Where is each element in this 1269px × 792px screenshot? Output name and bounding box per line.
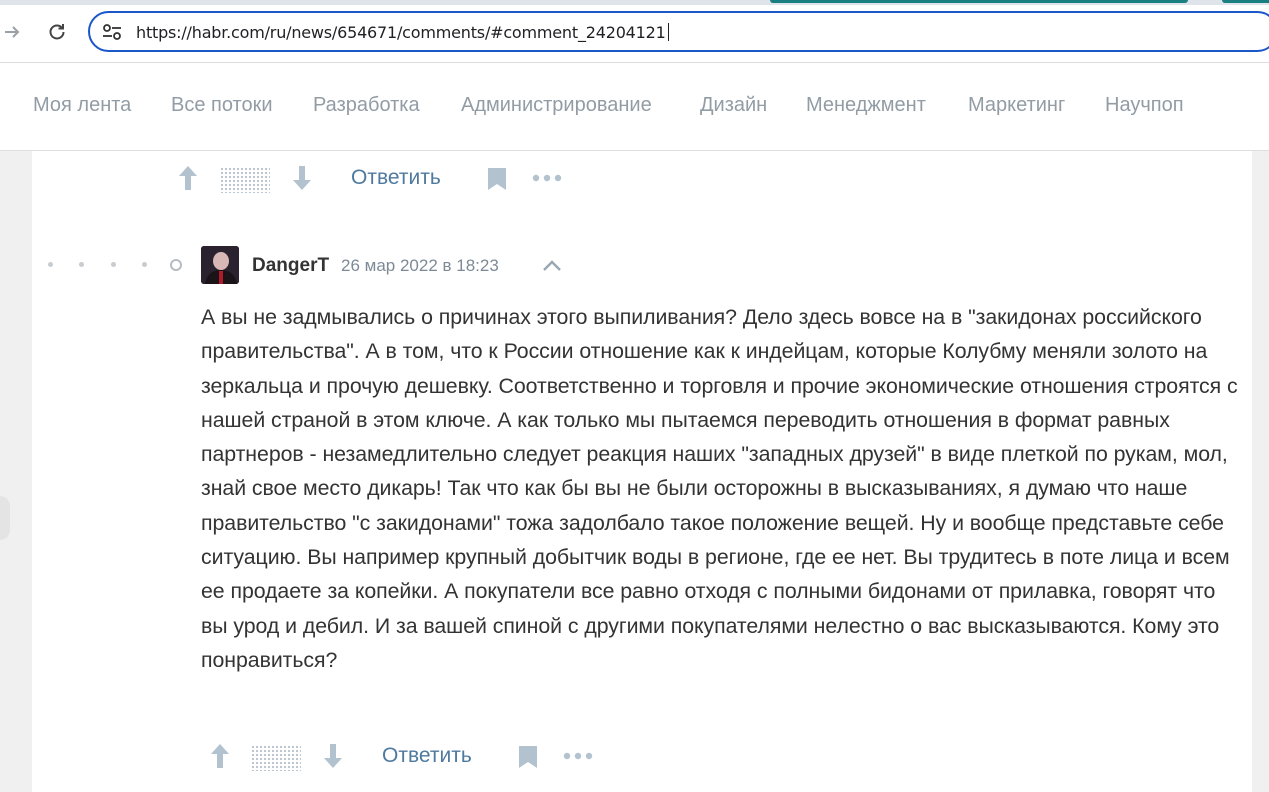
nav-item-my-feed[interactable]: Моя лента: [33, 94, 131, 117]
nav-item-marketing[interactable]: Маркетинг: [968, 94, 1065, 117]
tune-icon[interactable]: [102, 23, 122, 41]
thread-dot: [111, 262, 116, 267]
comment-author[interactable]: DangerT: [252, 255, 329, 277]
score-hidden: [251, 745, 301, 771]
reload-icon[interactable]: [43, 18, 71, 46]
active-tab-indicator[interactable]: [770, 0, 1188, 3]
thread-dot: [79, 262, 84, 267]
thread-dot-current[interactable]: [170, 259, 182, 271]
forward-arrow-icon[interactable]: [0, 18, 26, 46]
comment-body: А вы не задмывались о причинах этого вып…: [201, 300, 1241, 677]
comment-actions: Ответить: [0, 736, 700, 776]
thread-depth-indicator: [48, 259, 188, 273]
comment-date[interactable]: 26 мар 2022 в 18:23: [341, 256, 499, 276]
tab-indicator[interactable]: [1222, 0, 1269, 3]
nav-item-design[interactable]: Дизайн: [700, 94, 767, 117]
score-hidden: [220, 167, 270, 193]
nav-item-popsci[interactable]: Научпоп: [1105, 94, 1184, 117]
url-text[interactable]: https://habr.com/ru/news/654671/comments…: [136, 23, 669, 42]
address-bar[interactable]: https://habr.com/ru/news/654671/comments…: [88, 11, 1269, 52]
thread-dot: [48, 262, 53, 267]
vote-down-icon[interactable]: [321, 742, 345, 770]
tab-strip: [0, 0, 1269, 5]
nav-item-development[interactable]: Разработка: [313, 94, 420, 117]
site-nav: Моя лента Все потоки Разработка Админист…: [0, 63, 1269, 151]
thread-dot: [142, 262, 147, 267]
vote-up-icon[interactable]: [176, 164, 200, 192]
avatar[interactable]: [201, 246, 239, 284]
text-caret: [667, 23, 669, 41]
bookmark-icon[interactable]: [487, 167, 507, 191]
browser-toolbar: https://habr.com/ru/news/654671/comments…: [0, 0, 1269, 63]
prev-comment-actions: Ответить: [0, 158, 700, 198]
nav-item-administration[interactable]: Администрирование: [461, 94, 652, 117]
reply-link[interactable]: Ответить: [382, 744, 472, 768]
more-icon[interactable]: [532, 168, 564, 188]
bookmark-icon[interactable]: [518, 745, 538, 769]
nav-item-management[interactable]: Менеджмент: [806, 94, 926, 117]
scroll-handle[interactable]: [0, 496, 10, 540]
reply-link[interactable]: Ответить: [351, 166, 441, 190]
comment-text: А вы не задмывались о причинах этого вып…: [201, 305, 1238, 672]
vote-up-icon[interactable]: [208, 742, 232, 770]
more-icon[interactable]: [563, 746, 595, 766]
nav-item-all-streams[interactable]: Все потоки: [171, 94, 273, 117]
vote-down-icon[interactable]: [290, 164, 314, 192]
chevron-up-icon[interactable]: [542, 258, 562, 272]
